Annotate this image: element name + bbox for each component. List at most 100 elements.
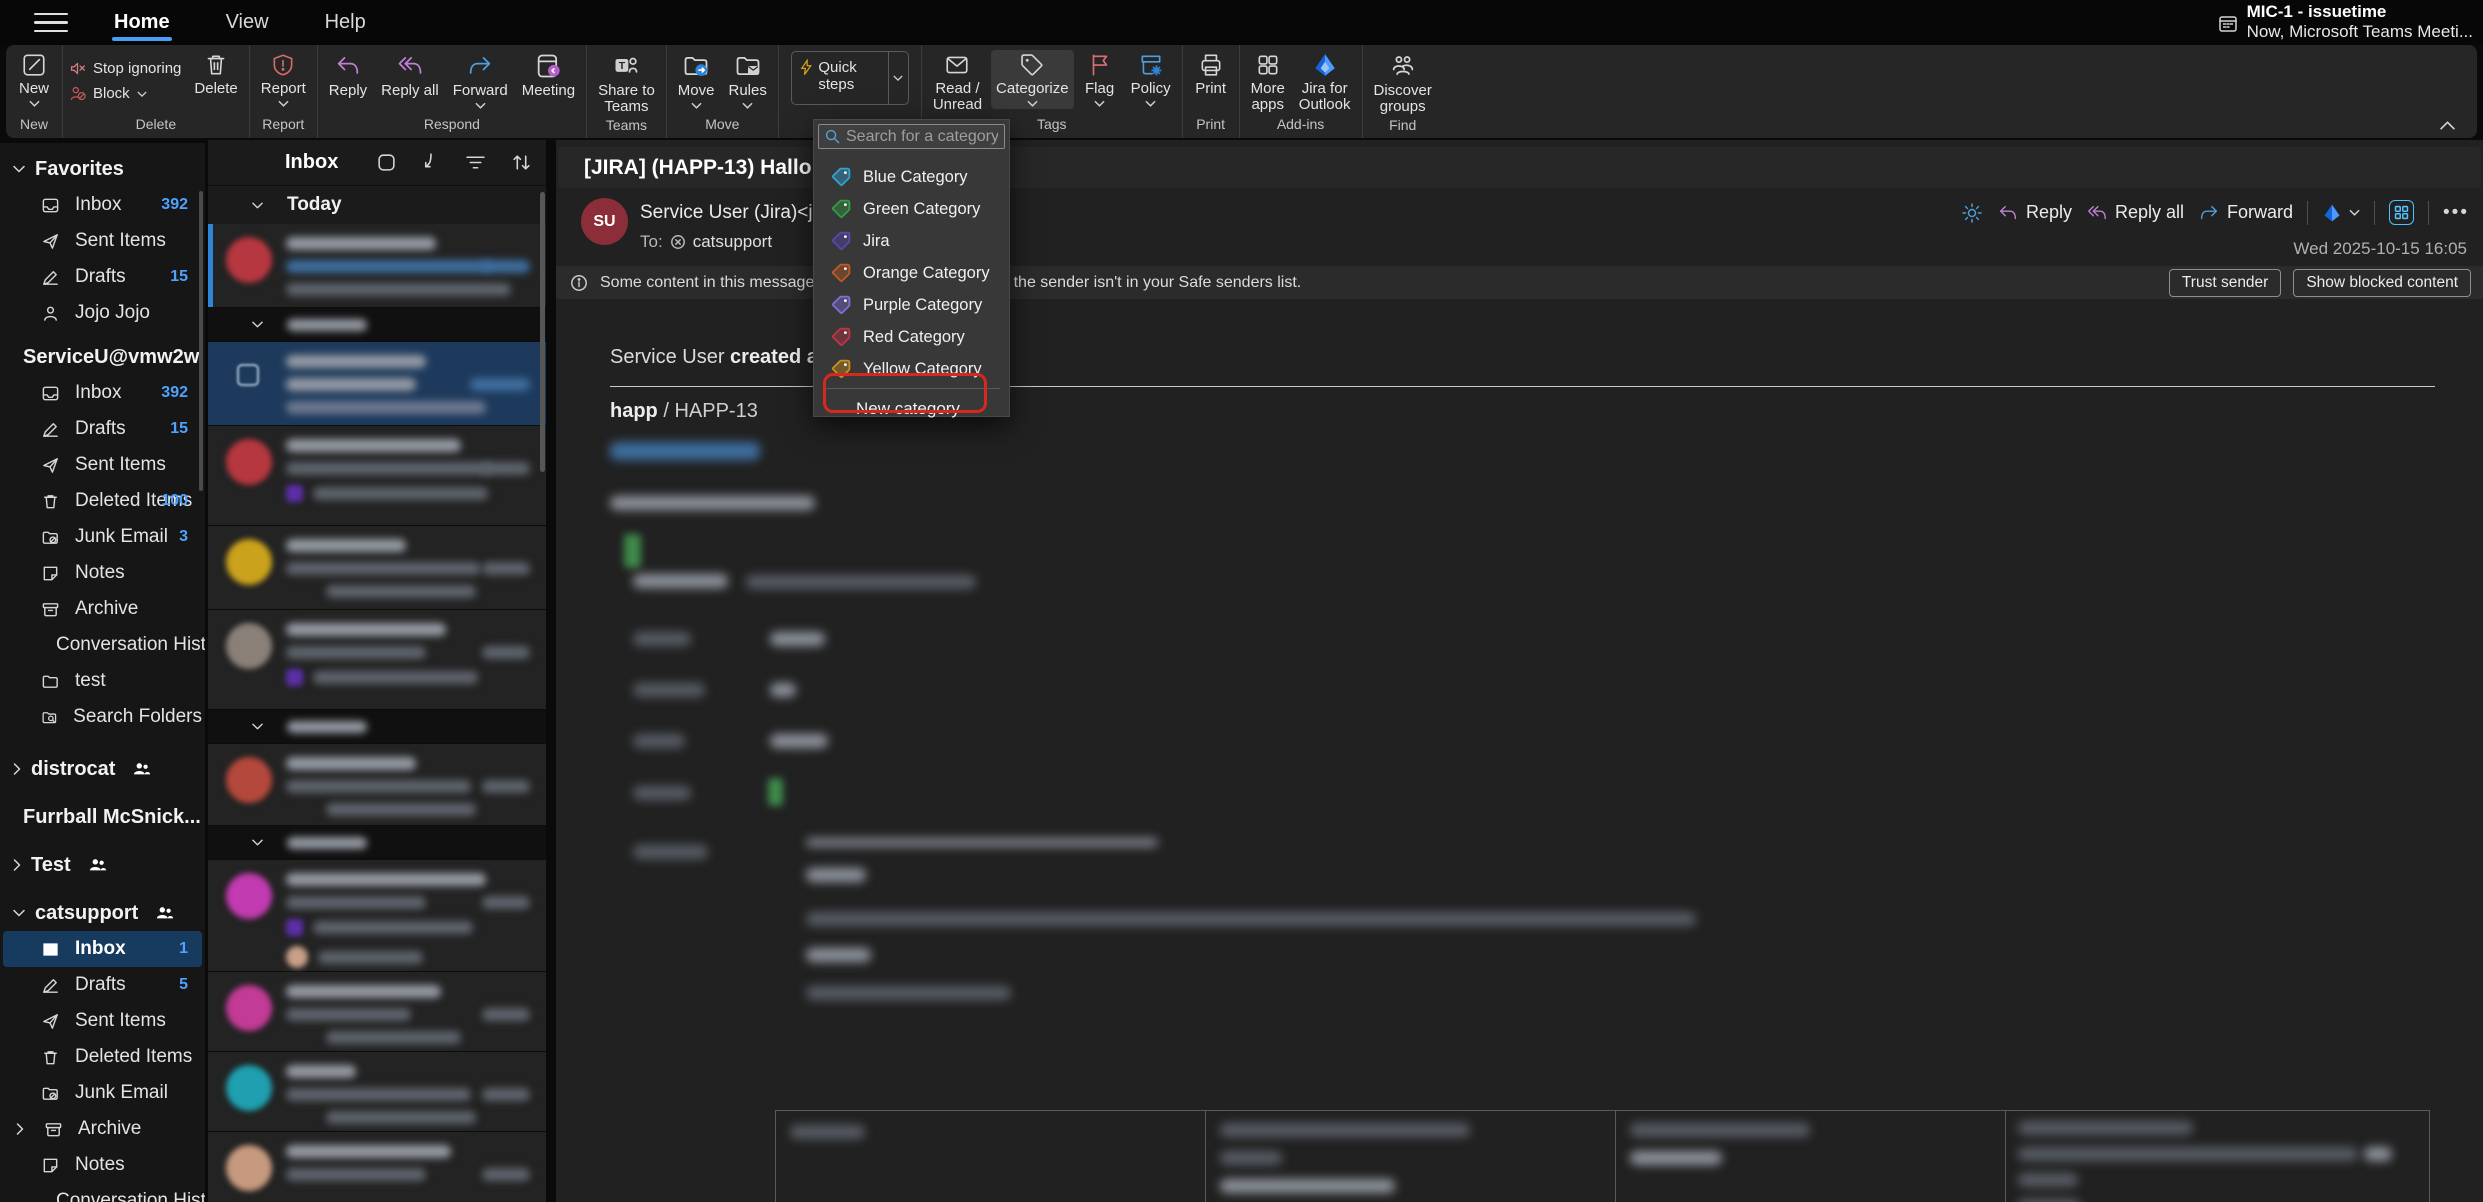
email-list-item[interactable] — [208, 224, 546, 308]
sidebar-item-deleted-items[interactable]: Deleted Items — [3, 1039, 202, 1075]
share-to-teams-button[interactable]: T Share to Teams — [593, 50, 660, 117]
stop-ignoring-button[interactable]: Stop ignoring — [69, 60, 181, 77]
section-test-group[interactable]: Test — [0, 847, 205, 883]
sidebar-item-drafts[interactable]: Drafts15 — [3, 259, 202, 295]
sidebar-item-drafts[interactable]: Drafts5 — [3, 967, 202, 1003]
categorize-button[interactable]: Categorize — [991, 50, 1074, 109]
sidebar-item-drafts[interactable]: Drafts15 — [3, 411, 202, 447]
new-button[interactable]: New — [12, 50, 56, 109]
email-list-item[interactable] — [208, 526, 546, 610]
quick-steps-box[interactable]: Quick steps — [791, 51, 909, 105]
sidebar-item-sent-items[interactable]: Sent Items — [3, 1003, 202, 1039]
filter-icon[interactable] — [465, 154, 486, 171]
sidebar-item-archive[interactable]: Archive — [3, 1111, 202, 1147]
sidebar-item-notes[interactable]: Notes — [3, 555, 202, 591]
forward-button[interactable]: Forward — [2198, 202, 2293, 224]
more-actions-button[interactable]: ••• — [2443, 202, 2469, 224]
reply-all-button[interactable]: Reply all — [376, 50, 444, 101]
tab-view[interactable]: View — [224, 3, 271, 42]
collapse-ribbon-chevron[interactable] — [2440, 121, 2455, 130]
email-list-item-selected[interactable] — [208, 342, 546, 426]
move-folder-icon — [682, 52, 710, 80]
category-search-box[interactable] — [818, 124, 1005, 149]
sidebar-item-notes[interactable]: Notes — [3, 1147, 202, 1183]
sort-arrows-icon[interactable] — [511, 152, 532, 173]
reminder-toast[interactable]: MIC-1 - issuetime Now, Microsoft Teams M… — [2218, 2, 2473, 42]
email-list-item[interactable] — [208, 972, 546, 1052]
report-button[interactable]: Report — [256, 50, 311, 109]
sidebar-item-conversation-history[interactable]: Conversation Histo... — [3, 627, 202, 663]
policy-button[interactable]: Policy — [1126, 50, 1176, 109]
sidebar-item-junk-email[interactable]: Junk Email — [3, 1075, 202, 1111]
date-separator[interactable] — [208, 308, 546, 342]
sender-avatar[interactable]: SU — [581, 198, 628, 245]
meeting-button[interactable]: Meeting — [517, 50, 580, 101]
select-messages-icon[interactable] — [376, 152, 397, 173]
sidebar-item-deleted-items[interactable]: Deleted Items100 — [3, 483, 202, 519]
category-item-purple[interactable]: Purple Category — [814, 289, 1009, 321]
tab-home[interactable]: Home — [112, 3, 172, 42]
flag-button[interactable]: Flag — [1078, 50, 1122, 109]
sidebar-item-jojo-jojo[interactable]: Jojo Jojo — [3, 295, 202, 331]
section-favorites[interactable]: Favorites — [0, 151, 205, 187]
category-item-orange[interactable]: Orange Category — [814, 257, 1009, 289]
reply-button[interactable]: Reply — [1997, 202, 2072, 224]
sidebar-item-junk-email[interactable]: Junk Email3 — [3, 519, 202, 555]
checkbox[interactable] — [237, 364, 259, 386]
section-serviceu[interactable]: ServiceU@vmw2w.... — [0, 339, 205, 375]
trust-sender-button[interactable]: Trust sender — [2169, 269, 2281, 297]
email-list-item[interactable] — [208, 1052, 546, 1132]
category-item-red[interactable]: Red Category — [814, 321, 1009, 353]
jira-breadcrumb[interactable]: happ / HAPP-13 — [610, 400, 758, 423]
hamburger-menu-icon[interactable] — [34, 10, 68, 36]
new-category-button[interactable]: New category — [814, 392, 1009, 425]
reply-button[interactable]: Reply — [324, 50, 372, 101]
category-search-input[interactable] — [846, 128, 998, 146]
group-header-today[interactable]: Today — [208, 186, 546, 224]
sidebar-item-inbox[interactable]: Inbox392 — [3, 375, 202, 411]
move-button[interactable]: Move — [673, 50, 720, 111]
section-distrocat[interactable]: distrocat — [0, 751, 205, 787]
category-item-green[interactable]: Green Category — [814, 193, 1009, 225]
reply-all-button[interactable]: Reply all — [2086, 202, 2184, 224]
email-list-item[interactable] — [208, 610, 546, 710]
delete-button[interactable]: Delete — [189, 50, 242, 99]
category-item-yellow[interactable]: Yellow Category — [814, 353, 1009, 385]
category-item-blue[interactable]: Blue Category — [814, 161, 1009, 193]
date-separator[interactable] — [208, 826, 546, 860]
sidebar-item-test[interactable]: test — [3, 663, 202, 699]
sidebar-item-search-folders[interactable]: Search Folders — [3, 699, 202, 735]
chevron-down-icon — [137, 91, 147, 97]
sidebar-item-inbox-selected[interactable]: Inbox1 — [3, 931, 202, 967]
apps-button[interactable] — [2389, 200, 2414, 225]
to-recipient[interactable]: catsupport — [693, 232, 772, 252]
email-list-item[interactable] — [208, 1132, 546, 1202]
jira-addin-button[interactable] — [2322, 203, 2360, 223]
category-item-jira[interactable]: Jira — [814, 225, 1009, 257]
read-unread-button[interactable]: Read / Unread — [928, 50, 987, 115]
forward-button[interactable]: Forward — [448, 50, 513, 111]
sidebar-item-sent-items[interactable]: Sent Items — [3, 223, 202, 259]
section-furrball[interactable]: Furrball McSnick... — [0, 799, 205, 835]
discover-groups-button[interactable]: Discover groups — [1369, 50, 1437, 117]
message-list-scrollbar[interactable] — [540, 192, 545, 472]
print-button[interactable]: Print — [1189, 50, 1233, 99]
show-blocked-content-button[interactable]: Show blocked content — [2293, 269, 2471, 297]
section-catsupport[interactable]: catsupport — [0, 895, 205, 931]
jira-for-outlook-button[interactable]: Jira for Outlook — [1294, 50, 1356, 115]
sidebar-item-conversation-history[interactable]: Conversation Histo... — [3, 1183, 202, 1202]
sidebar-item-sent-items[interactable]: Sent Items — [3, 447, 202, 483]
sidebar-item-inbox[interactable]: Inbox392 — [3, 187, 202, 223]
email-list-item[interactable] — [208, 744, 546, 826]
email-list-item[interactable] — [208, 426, 546, 526]
sun-loading-icon[interactable] — [1961, 202, 1983, 224]
sidebar-item-archive[interactable]: Archive — [3, 591, 202, 627]
rules-button[interactable]: Rules — [723, 50, 771, 111]
sort-direction-icon[interactable] — [422, 152, 440, 173]
email-list-item[interactable] — [208, 860, 546, 972]
tab-help[interactable]: Help — [323, 3, 368, 42]
block-button[interactable]: Block — [69, 85, 181, 102]
date-separator[interactable] — [208, 710, 546, 744]
quick-steps-expand[interactable] — [888, 52, 908, 104]
more-apps-button[interactable]: More apps — [1246, 50, 1290, 115]
